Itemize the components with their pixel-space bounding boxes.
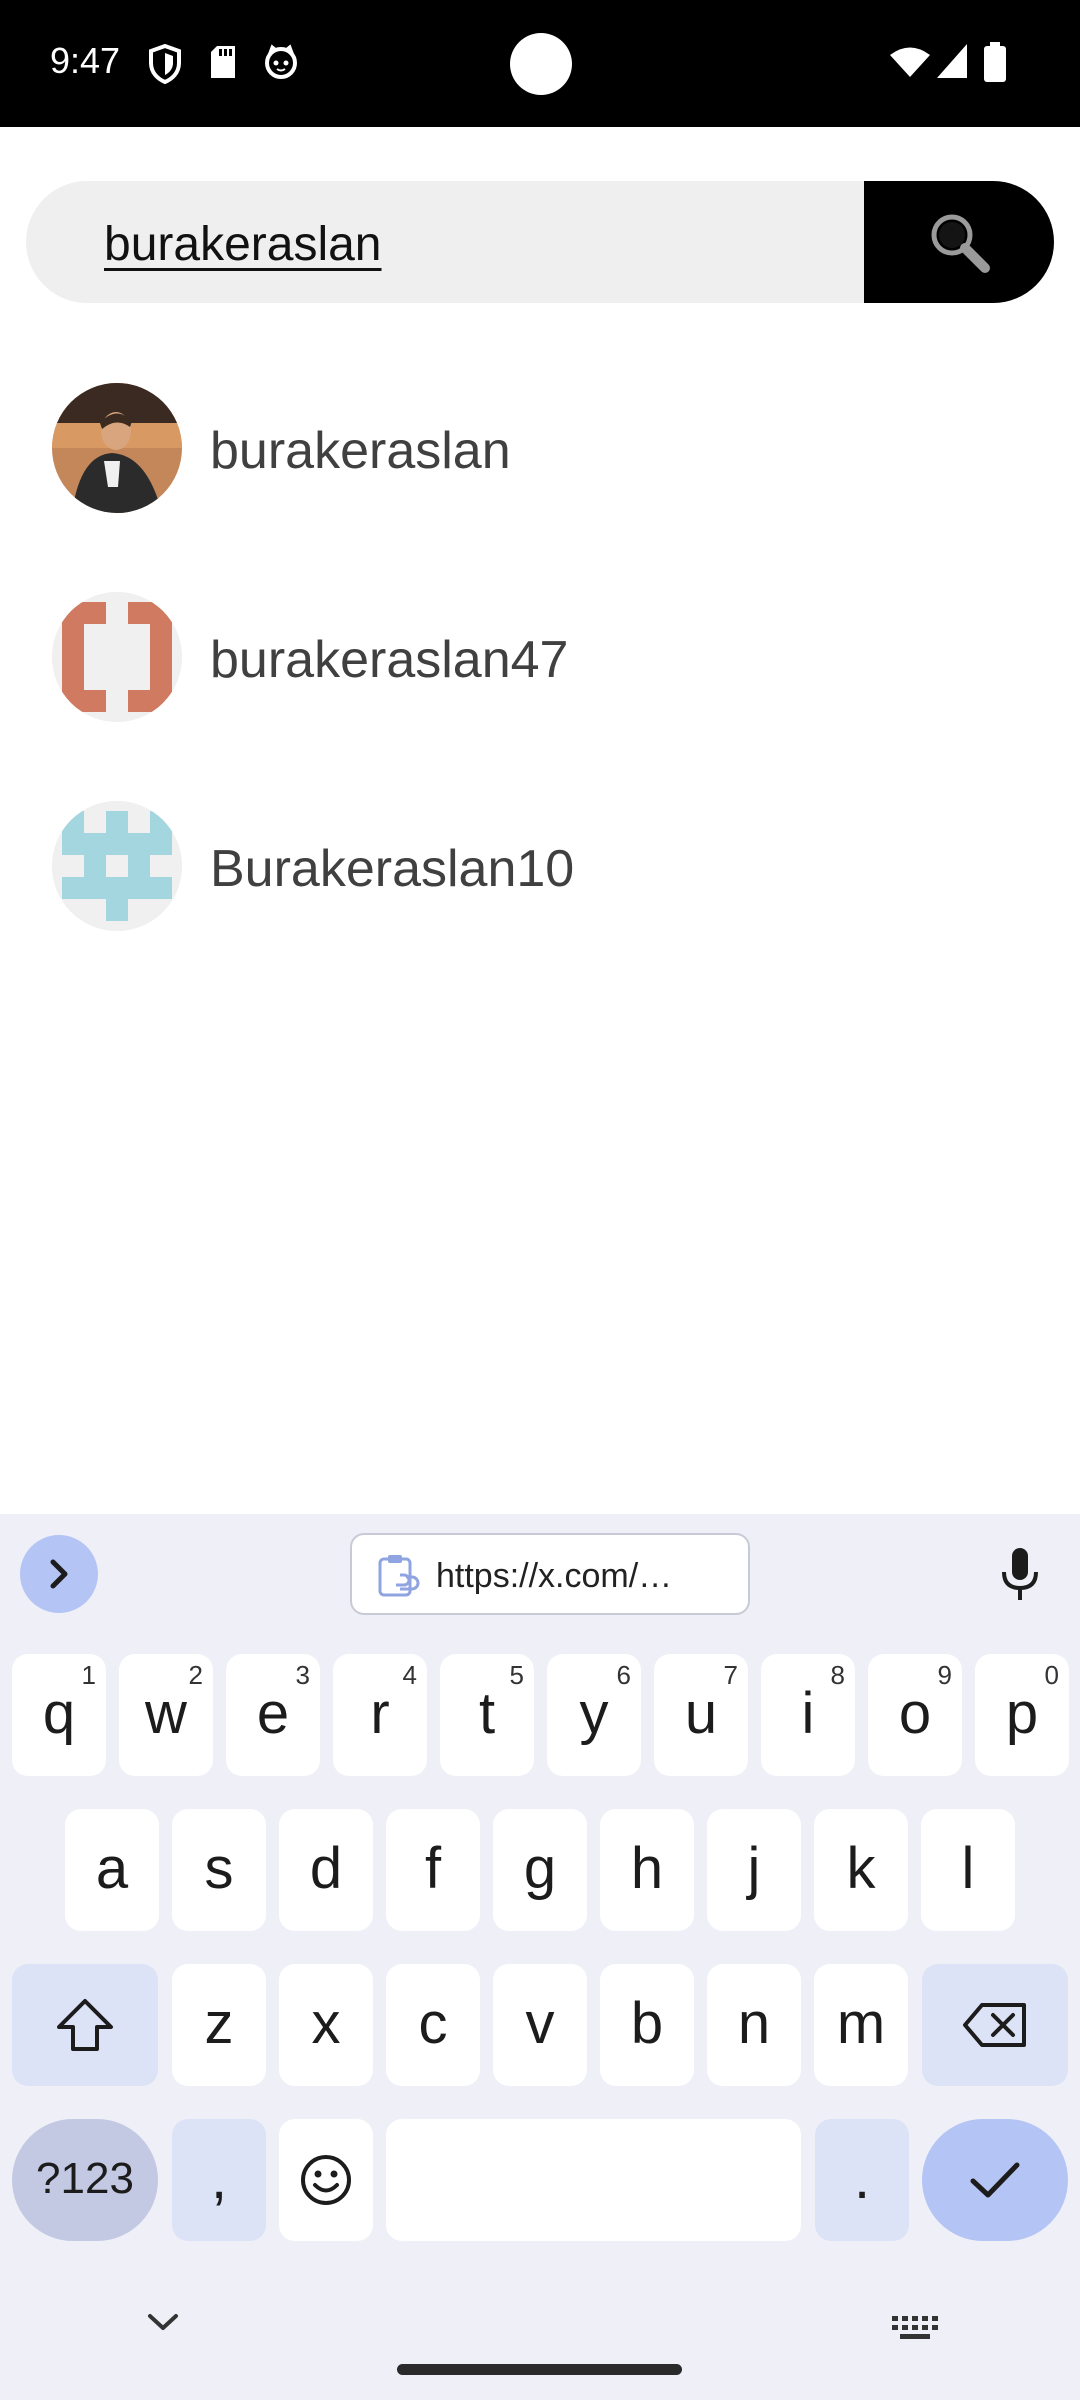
photo-avatar	[52, 383, 182, 513]
key-g[interactable]: g	[493, 1809, 587, 1931]
screen: 9:47 burakeraslan burakeraslan burakeras…	[0, 0, 1080, 2400]
search-input[interactable]: burakeraslan	[26, 181, 896, 303]
key-a[interactable]: a	[65, 1809, 159, 1931]
status-time: 9:47	[50, 40, 121, 81]
clipboard-suggestion[interactable]: https://x.com/…	[350, 1533, 750, 1615]
space-key[interactable]	[386, 2119, 801, 2241]
keyboard: https://x.com/… q1 w2 e3 r4 t5 y6 u7 i8 …	[0, 1514, 1080, 2400]
home-indicator[interactable]	[397, 2364, 682, 2375]
key-y[interactable]: y6	[547, 1654, 641, 1776]
key-i[interactable]: i8	[761, 1654, 855, 1776]
result-name: burakeraslan47	[210, 631, 569, 689]
emoji-icon	[301, 2155, 351, 2205]
key-n[interactable]: n	[707, 1964, 801, 2086]
checkmark-icon	[970, 2162, 1020, 2198]
key-w[interactable]: w2	[119, 1654, 213, 1776]
camera-cutout	[510, 33, 572, 95]
search-query: burakeraslan	[104, 218, 382, 271]
clipboard-link-icon	[378, 1555, 420, 1597]
clipboard-text: https://x.com/…	[436, 1557, 673, 1595]
period-key[interactable]: .	[815, 2119, 909, 2241]
shift-key[interactable]	[12, 1964, 158, 2086]
wifi-icon	[890, 46, 930, 83]
search-button[interactable]	[864, 181, 1054, 303]
search-icon	[931, 214, 990, 273]
expand-toolbar-button[interactable]	[20, 1535, 98, 1613]
result-item[interactable]: Burakeraslan10	[0, 791, 1080, 941]
cat-icon	[263, 44, 299, 85]
key-d[interactable]: d	[279, 1809, 373, 1931]
emoji-key[interactable]	[279, 2119, 373, 2241]
key-q[interactable]: q1	[12, 1654, 106, 1776]
hide-keyboard-icon[interactable]	[146, 2310, 180, 2334]
microphone-icon	[1002, 1548, 1038, 1600]
identicon-orange-avatar	[52, 592, 182, 722]
key-v[interactable]: v	[493, 1964, 587, 2086]
key-h[interactable]: h	[600, 1809, 694, 1931]
key-o[interactable]: o9	[868, 1654, 962, 1776]
key-m[interactable]: m	[814, 1964, 908, 2086]
comma-key[interactable]: ,	[172, 2119, 266, 2241]
shield-icon	[148, 43, 182, 89]
result-item[interactable]: burakeraslan47	[0, 582, 1080, 732]
key-s[interactable]: s	[172, 1809, 266, 1931]
key-u[interactable]: u7	[654, 1654, 748, 1776]
symbols-key[interactable]: ?123	[12, 2119, 158, 2241]
key-l[interactable]: l	[921, 1809, 1015, 1931]
shift-icon	[57, 1999, 113, 2051]
done-key[interactable]	[922, 2119, 1068, 2241]
key-j[interactable]: j	[707, 1809, 801, 1931]
search-bar: burakeraslan	[26, 181, 1054, 303]
voice-input-button[interactable]	[990, 1544, 1050, 1604]
result-item[interactable]: burakeraslan	[0, 373, 1080, 523]
result-name: Burakeraslan10	[210, 840, 575, 898]
key-b[interactable]: b	[600, 1964, 694, 2086]
chevron-right-icon	[50, 1559, 68, 1589]
key-t[interactable]: t5	[440, 1654, 534, 1776]
key-f[interactable]: f	[386, 1809, 480, 1931]
sd-card-icon	[209, 44, 237, 85]
key-c[interactable]: c	[386, 1964, 480, 2086]
key-z[interactable]: z	[172, 1964, 266, 2086]
status-bar: 9:47	[0, 0, 1080, 127]
key-k[interactable]: k	[814, 1809, 908, 1931]
result-name: burakeraslan	[210, 422, 511, 480]
key-x[interactable]: x	[279, 1964, 373, 2086]
battery-icon	[984, 42, 1006, 87]
key-p[interactable]: p0	[975, 1654, 1069, 1776]
keyboard-switch-icon[interactable]	[892, 2316, 938, 2340]
backspace-key[interactable]	[922, 1964, 1068, 2086]
backspace-icon	[963, 2003, 1026, 2047]
key-r[interactable]: r4	[333, 1654, 427, 1776]
identicon-blue-avatar	[52, 801, 182, 931]
key-e[interactable]: e3	[226, 1654, 320, 1776]
signal-icon	[937, 44, 967, 83]
